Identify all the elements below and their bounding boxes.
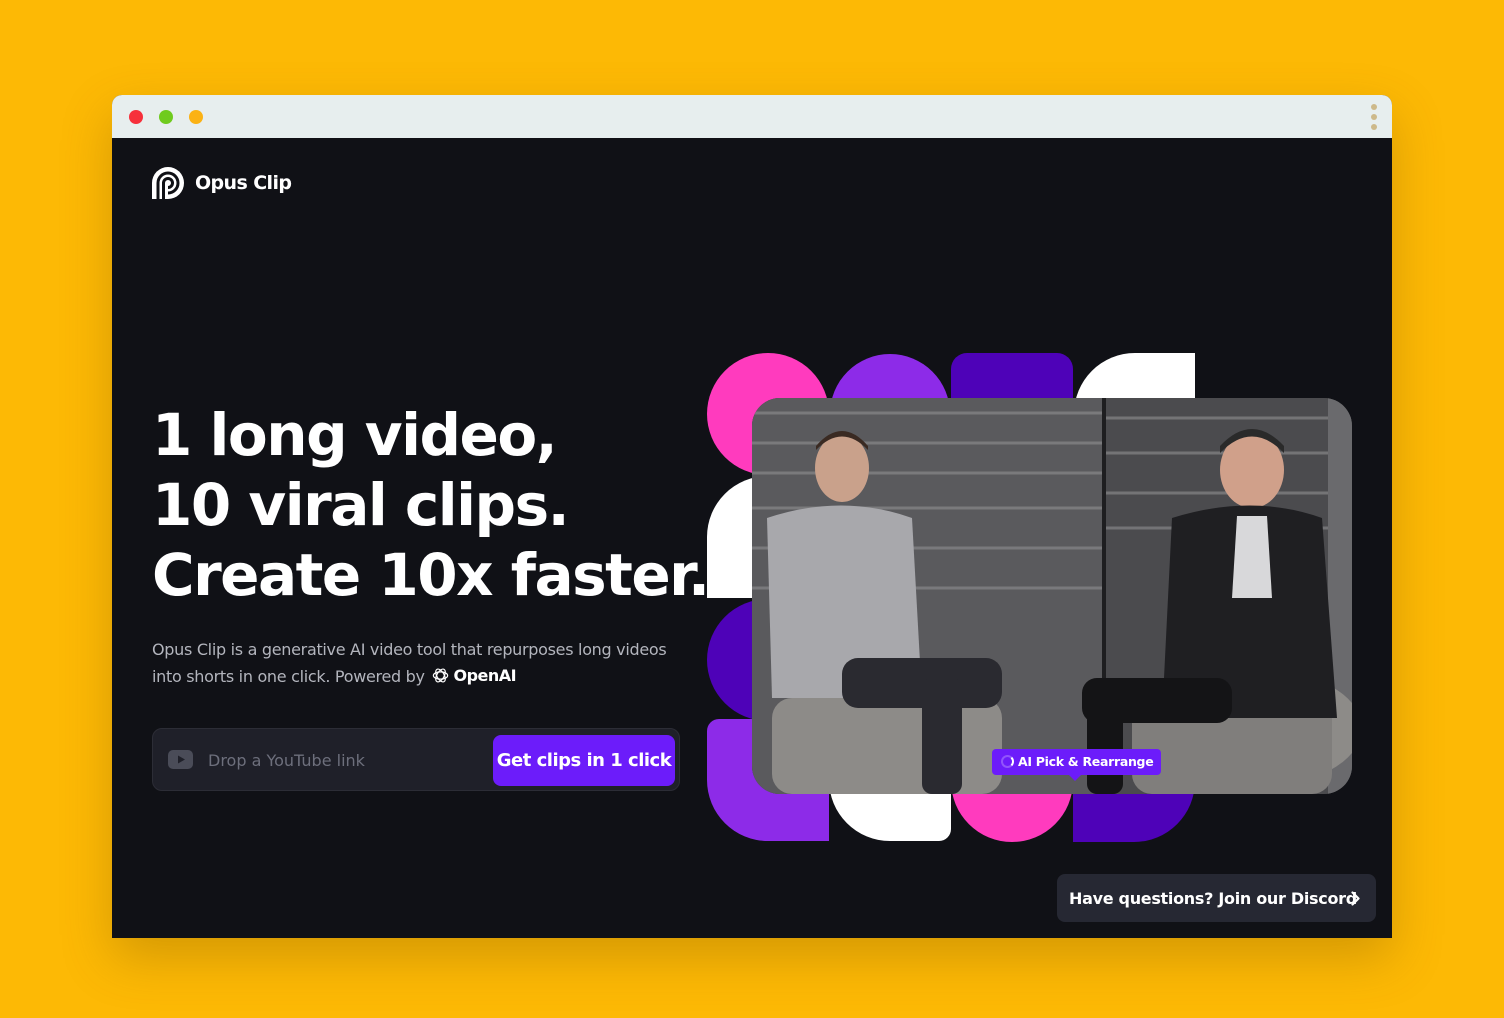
chevron-right-icon [1351,891,1360,906]
close-window-dot[interactable] [129,110,143,124]
video-frame-graphic [752,398,1352,794]
discord-label: Have questions? Join our Discord [1069,888,1357,908]
brand-logo[interactable]: Opus Clip [152,167,292,199]
hero-headline: 1 long video, 10 viral clips. Create 10x… [152,400,772,610]
badge-pointer [1069,775,1081,781]
spinner-icon [1001,755,1014,768]
subtitle-text: Opus Clip is a generative AI video tool … [152,640,667,686]
openai-badge: OpenAI [431,662,517,689]
hero-subtitle: Opus Clip is a generative AI video tool … [152,636,672,691]
headline-line-3: Create 10x faster. [152,541,710,609]
discord-button[interactable]: Have questions? Join our Discord [1057,874,1376,922]
maximize-window-dot[interactable] [159,110,173,124]
kebab-menu-icon[interactable] [1368,104,1380,130]
video-preview[interactable]: AI Pick & Rearrange [752,398,1352,794]
youtube-link-form: Get clips in 1 click [152,728,680,791]
brand-name: Opus Clip [195,172,292,194]
browser-window: Opus Clip 1 long video, 10 viral clips. … [112,95,1392,938]
opus-clip-logo-icon [152,167,184,199]
openai-icon [433,668,449,683]
landing-page: Opus Clip 1 long video, 10 viral clips. … [112,138,1392,938]
headline-line-2: 10 viral clips. [152,471,570,539]
headline-line-1: 1 long video, [152,401,558,469]
openai-label: OpenAI [453,666,517,685]
youtube-link-input[interactable] [203,741,483,779]
ai-pick-badge: AI Pick & Rearrange [992,749,1161,781]
ai-pick-label: AI Pick & Rearrange [1018,754,1154,769]
youtube-icon [168,750,193,769]
minimize-window-dot[interactable] [189,110,203,124]
get-clips-button[interactable]: Get clips in 1 click [493,735,675,786]
browser-titlebar [112,95,1392,138]
